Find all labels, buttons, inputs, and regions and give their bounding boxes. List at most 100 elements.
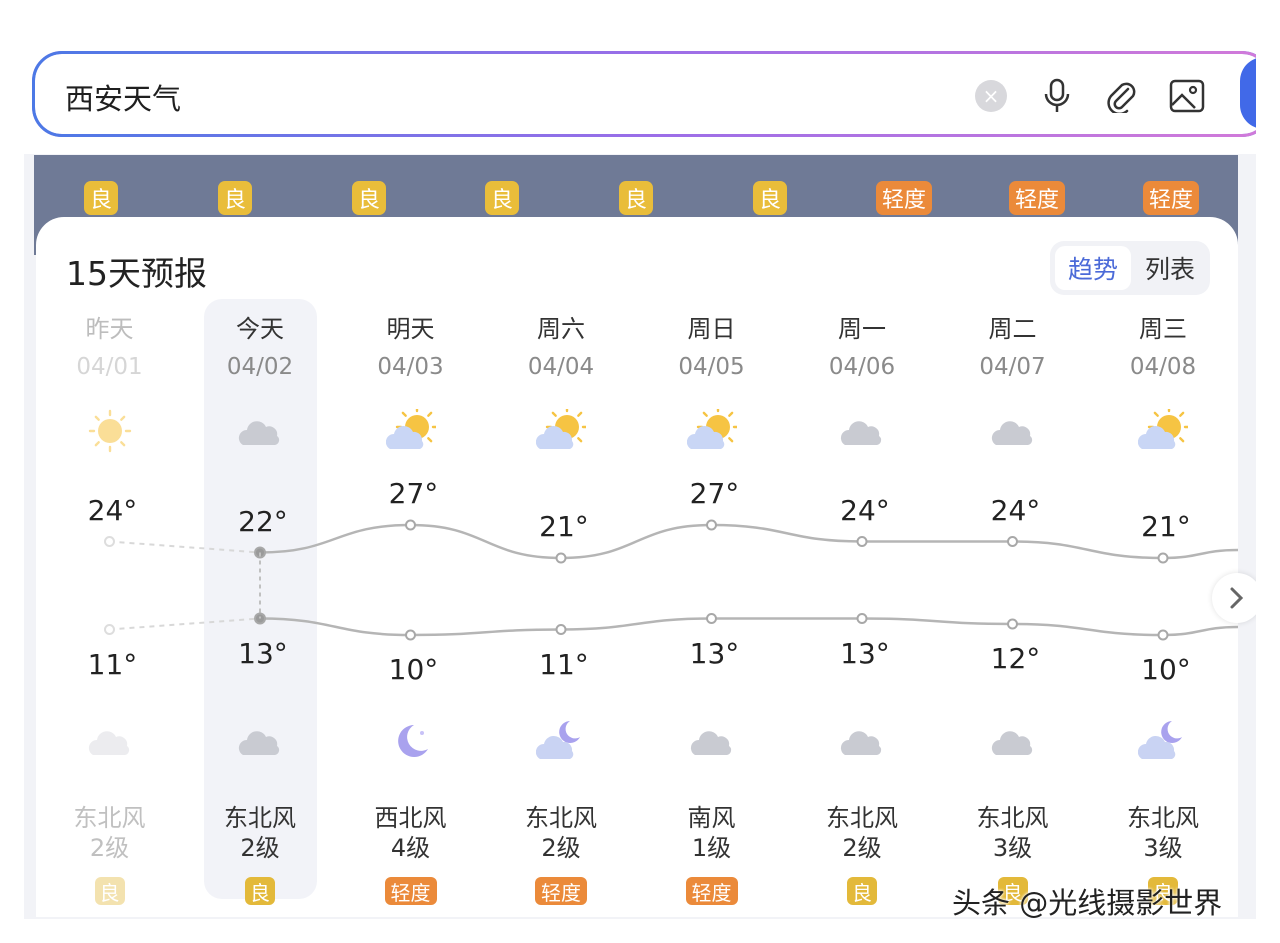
low-temp-point	[1007, 618, 1018, 630]
aqi-badge: 良	[619, 181, 653, 215]
wind-level: 2级	[240, 834, 280, 862]
low-temp: 13°	[840, 636, 890, 670]
cloud-icon	[687, 719, 737, 763]
aqi-badge: 轻度	[685, 877, 738, 905]
date-label: 04/01	[76, 354, 143, 380]
high-temp-line	[259, 523, 1238, 560]
search-box[interactable]: 西安天气 ×	[32, 51, 1256, 137]
day-label: 周日	[687, 315, 736, 343]
aqi-badge: 良	[485, 181, 519, 215]
forecast-day-column[interactable]: 昨天 04/01	[45, 309, 175, 380]
cloud-icon	[235, 719, 285, 763]
forecast-day-column[interactable]: 今天 04/02	[195, 309, 325, 380]
cloud-icon	[235, 409, 285, 453]
day-label: 今天	[236, 315, 284, 343]
wind-info: 南风 1级	[647, 803, 777, 863]
cloud-icon	[85, 719, 135, 763]
low-temp: 10°	[388, 653, 439, 686]
wind-direction: 东北风	[1127, 804, 1199, 832]
low-temp: 11°	[87, 647, 138, 681]
low-temp-point	[555, 624, 567, 635]
search-header: 西安天气 ×	[24, 24, 1256, 154]
aqi-badge: 轻度	[1143, 181, 1199, 215]
chevron-right-icon	[1230, 587, 1244, 609]
high-temp: 24°	[840, 493, 890, 527]
low-temp-point	[104, 624, 115, 635]
wind-direction: 东北风	[73, 804, 146, 832]
high-temp-point	[856, 536, 868, 547]
date-label: 04/08	[1129, 354, 1197, 380]
high-temp: 24°	[87, 493, 138, 527]
date-label: 04/03	[377, 354, 444, 380]
low-temp-past-segment	[109, 617, 261, 631]
high-temp-point	[1007, 536, 1018, 547]
forecast-day-column[interactable]: 周三 04/08	[1098, 309, 1228, 380]
aqi-badge: 轻度	[1009, 181, 1065, 215]
aqi-badge: 良	[352, 181, 386, 215]
low-temp-point	[405, 629, 416, 641]
wind-direction: 东北风	[826, 804, 898, 832]
microphone-icon[interactable]	[1037, 76, 1077, 116]
day-label: 周一	[838, 315, 886, 343]
aqi-badge: 良	[84, 181, 118, 215]
cloud-icon	[837, 409, 887, 453]
clear-icon[interactable]: ×	[975, 80, 1007, 112]
forecast-day-column[interactable]: 周一 04/06	[797, 309, 927, 380]
wind-info: 东北风 3级	[948, 803, 1078, 863]
high-temp-point	[104, 536, 115, 547]
high-temp: 27°	[689, 477, 740, 510]
wind-info: 东北风 2级	[797, 803, 927, 863]
high-temp-point	[1157, 552, 1169, 564]
aqi-badge: 轻度	[876, 181, 932, 215]
forecast-day-column[interactable]: 明天 04/03	[346, 309, 476, 380]
partly-sunny-icon	[686, 405, 739, 453]
sun-icon	[85, 409, 135, 453]
weather-page: 西安天气 × 良 良 良 良 良 良 轻度 轻度 轻度 15天预报 趋势 列表 …	[24, 24, 1256, 919]
image-icon[interactable]	[1167, 76, 1207, 116]
low-temp-point	[1157, 629, 1169, 641]
search-input[interactable]: 西安天气	[65, 76, 181, 118]
day-label: 周六	[537, 315, 585, 343]
attachment-icon[interactable]	[1101, 76, 1141, 116]
moon-cloud-icon	[535, 719, 586, 763]
forecast-day-column[interactable]: 周六 04/04	[496, 309, 626, 380]
wind-direction: 东北风	[976, 804, 1049, 832]
forecast-day-column[interactable]: 周日 04/05	[647, 309, 777, 380]
partly-sunny-icon	[1137, 405, 1191, 453]
wind-info: 西北风 4级	[346, 803, 476, 863]
wind-direction: 东北风	[525, 804, 597, 832]
low-temp-point	[856, 613, 868, 624]
moon-icon	[386, 719, 436, 763]
high-temp-point	[555, 552, 567, 564]
wind-level: 2级	[89, 834, 130, 862]
aqi-badge: 良	[218, 181, 252, 215]
aqi-badge: 轻度	[535, 877, 587, 905]
date-label: 04/06	[828, 354, 896, 380]
forecast-day-column[interactable]: 周二 04/07	[948, 309, 1078, 380]
wind-info: 东北风 2级	[496, 803, 626, 863]
aqi-badge: 良	[753, 181, 787, 215]
next-page-button[interactable]	[1212, 573, 1256, 623]
wind-info: 东北风 2级	[195, 803, 325, 863]
low-temp: 13°	[689, 636, 740, 670]
low-temp: 13°	[238, 636, 288, 670]
watermark: 头条 @光线摄影世界	[952, 886, 1223, 920]
moon-cloud-icon	[1137, 719, 1188, 763]
wind-level: 1级	[691, 834, 732, 862]
aqi-badge: 良	[94, 877, 125, 905]
high-temp: 24°	[990, 493, 1041, 527]
cloud-icon	[988, 719, 1038, 763]
wind-direction: 南风	[687, 804, 736, 832]
wind-direction: 西北风	[374, 804, 447, 832]
low-temp-point	[706, 613, 717, 624]
high-temp: 22°	[238, 504, 288, 538]
date-label: 04/05	[678, 354, 745, 380]
day-label: 周二	[988, 315, 1037, 343]
wind-direction: 东北风	[224, 804, 296, 832]
high-temp: 21°	[1141, 510, 1191, 543]
low-temp: 11°	[539, 647, 589, 681]
low-temp: 10°	[1141, 653, 1191, 686]
low-temp: 12°	[990, 642, 1041, 675]
forecast-card: 15天预报 趋势 列表 昨天 04/01 24° 11° 东北风 2级良今天 04/0…	[36, 217, 1238, 917]
date-label: 04/07	[979, 354, 1046, 380]
